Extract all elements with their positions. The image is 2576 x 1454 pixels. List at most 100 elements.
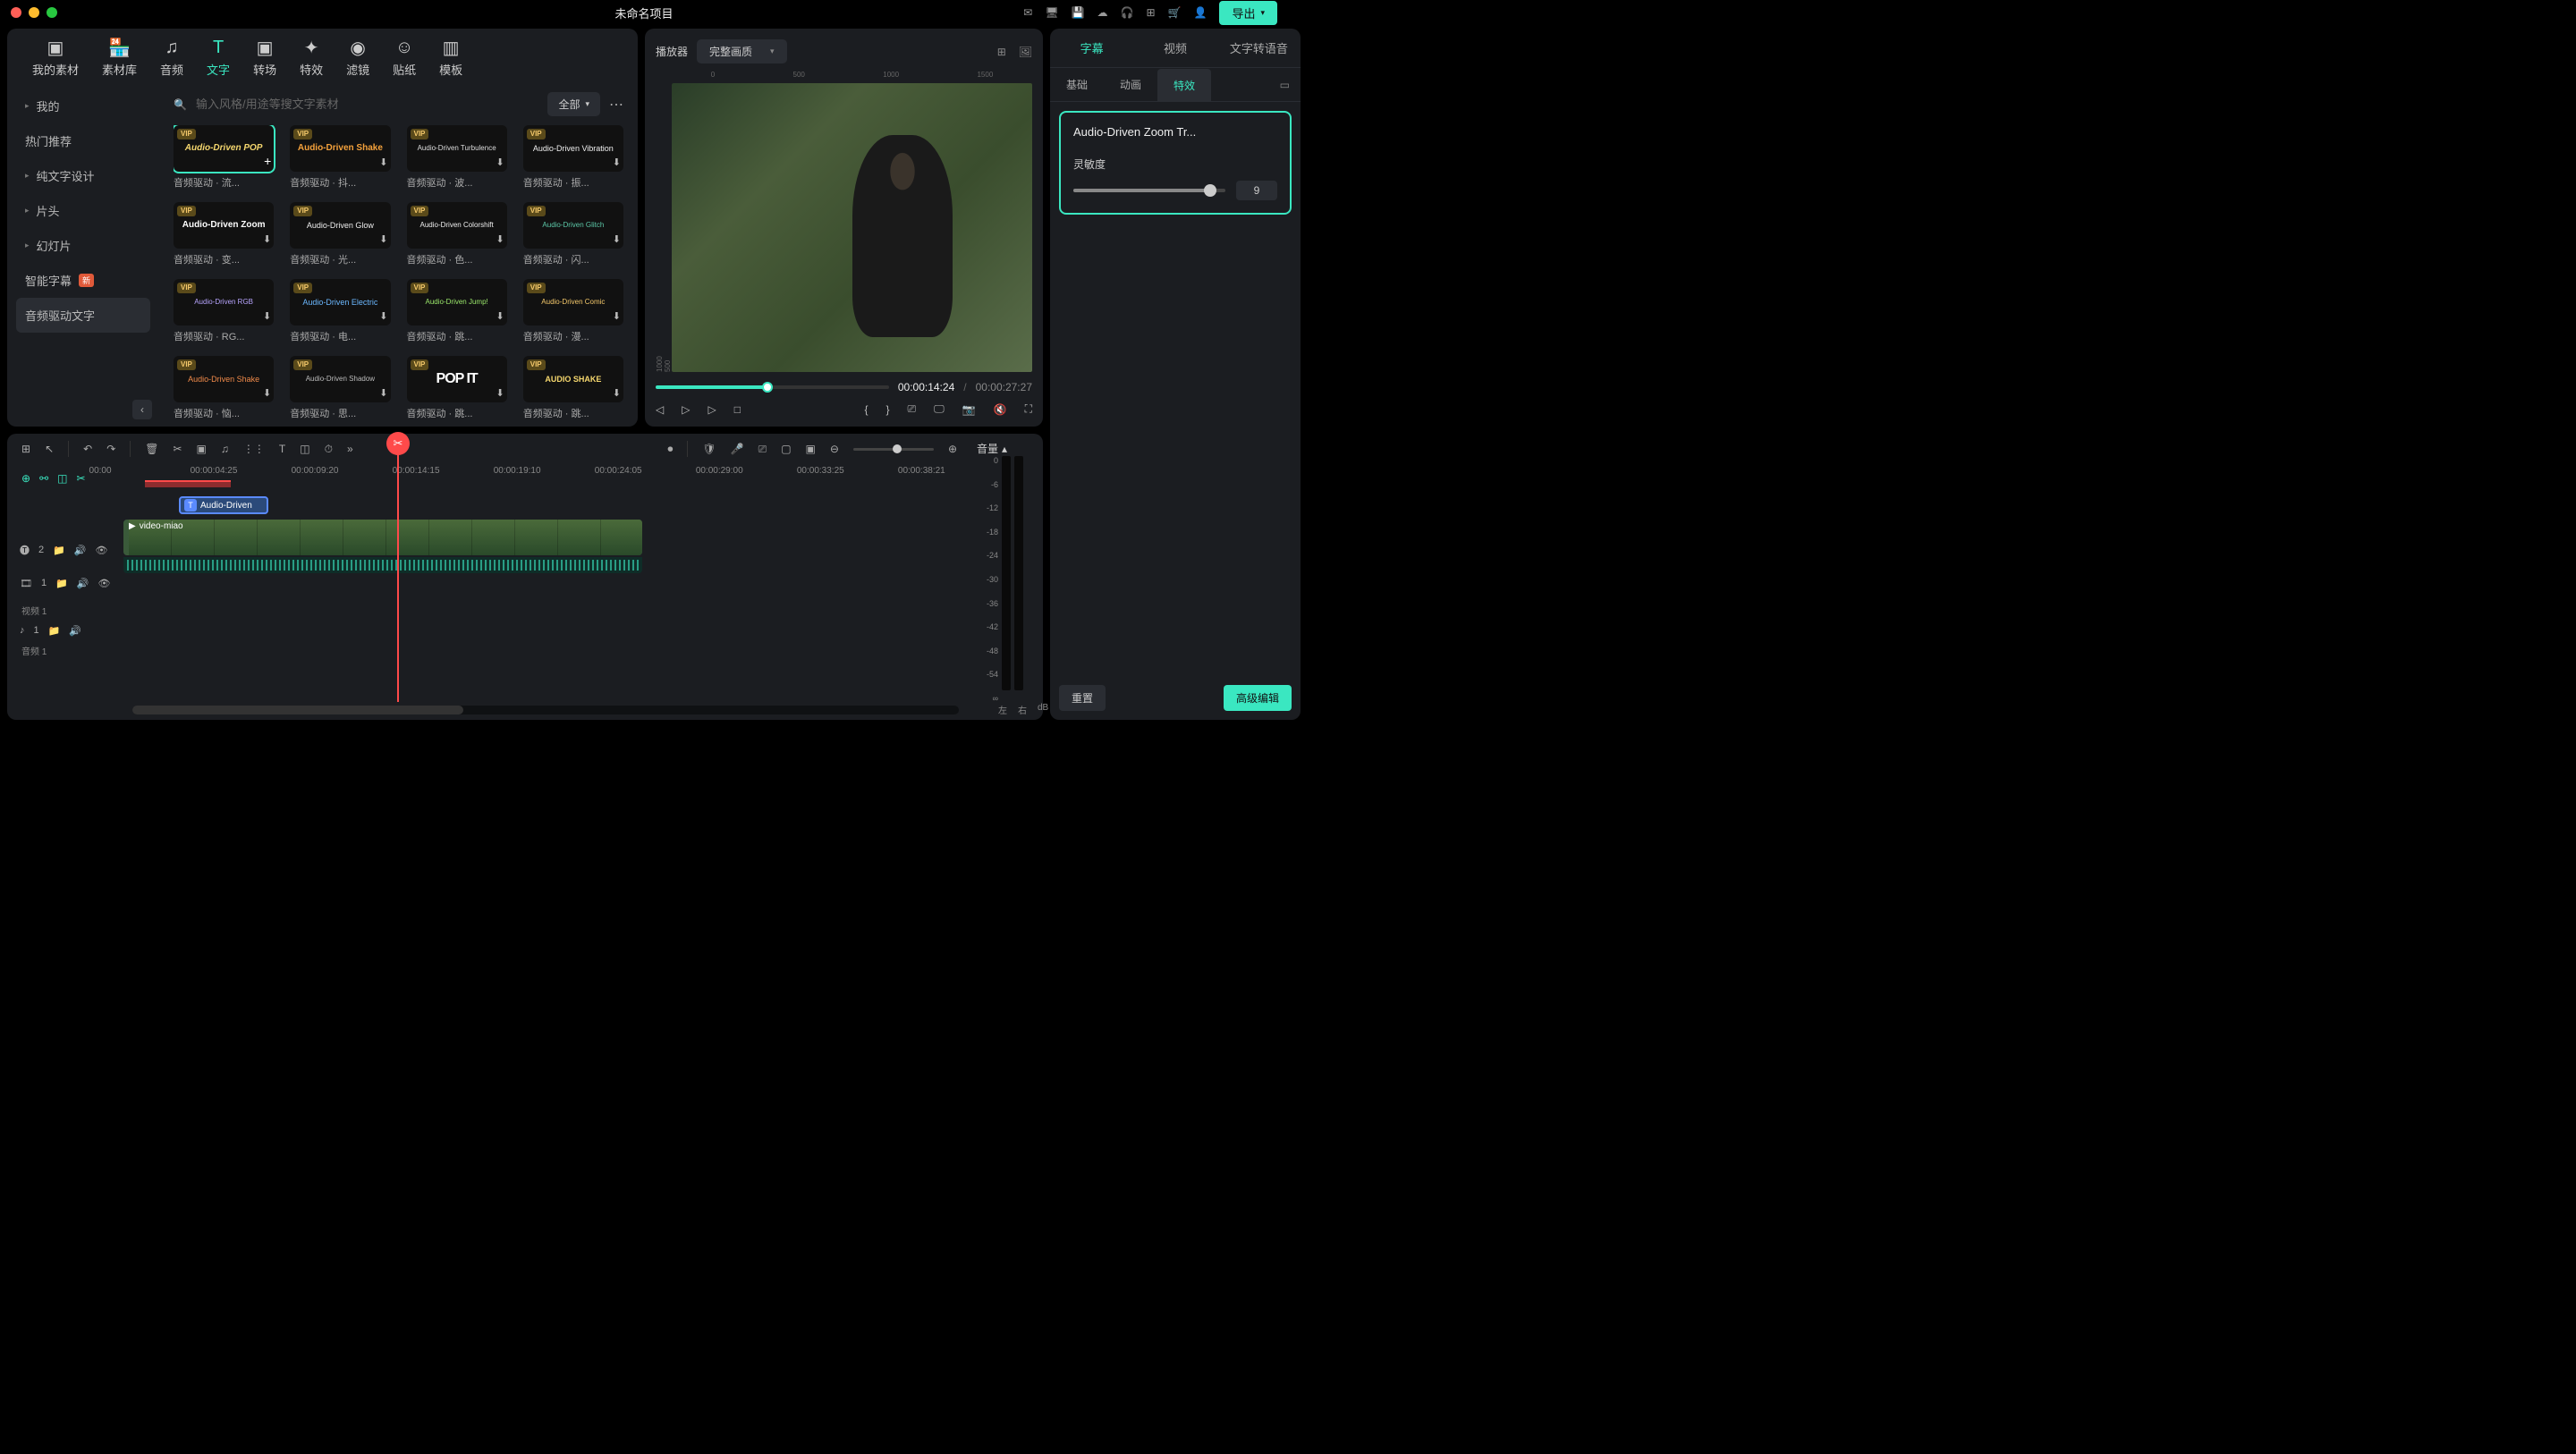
sidebar-item-hot[interactable]: 热门推荐 [7, 123, 159, 158]
fx-thumb[interactable]: VIP Audio-Driven Shake ⬇ [290, 125, 390, 172]
playback-slider[interactable] [656, 385, 889, 389]
more-tools-icon[interactable]: » [347, 443, 353, 455]
fx-thumb[interactable]: VIP Audio-Driven Electric ⬇ [290, 279, 390, 325]
fx-thumb[interactable]: VIP Audio-Driven Zoom ⬇ [174, 202, 274, 249]
fx-item[interactable]: VIP Audio-Driven Glow ⬇ 音频驱动 · 光... [290, 202, 390, 266]
prev-frame-button[interactable]: ◁ [656, 403, 664, 416]
tab-text[interactable]: T文字 [207, 38, 230, 78]
link-icon[interactable]: ⚯ [39, 472, 48, 485]
fx-thumb[interactable]: VIP Audio-Driven RGB ⬇ [174, 279, 274, 325]
download-icon[interactable]: ⬇ [379, 311, 387, 323]
download-icon[interactable]: ⬇ [263, 311, 271, 323]
timeline-ruler[interactable]: 00:0000:00:04:2500:00:09:2000:00:14:1500… [89, 464, 971, 493]
fx-item[interactable]: VIP Audio-Driven Zoom ⬇ 音频驱动 · 变... [174, 202, 274, 266]
layout-tool-icon[interactable]: ⊞ [21, 443, 30, 455]
tab-effect[interactable]: ✦特效 [300, 38, 323, 78]
download-icon[interactable]: ⬇ [263, 388, 271, 400]
layout-grid-icon[interactable]: ⊞ [997, 46, 1006, 58]
search-input[interactable] [196, 97, 539, 111]
tab-filter[interactable]: ◉滤镜 [346, 38, 369, 78]
cut-tool-icon[interactable]: ✂ [173, 443, 182, 455]
shield-icon[interactable]: 🛡 [702, 443, 716, 455]
download-icon[interactable]: ⬇ [613, 234, 621, 246]
mixer-icon[interactable]: ⎚ [758, 443, 767, 456]
track-lanes[interactable]: ✂ TAudio-Driven ▶video-miao [123, 493, 971, 702]
sidebar-item-audio-driven-text[interactable]: 音频驱动文字 [16, 298, 150, 333]
download-icon[interactable]: ⬇ [496, 311, 504, 323]
folder-icon[interactable]: 📁 [48, 625, 61, 637]
cart-icon[interactable]: 🛒 [1168, 6, 1182, 19]
timeline-scrollbar[interactable] [132, 706, 959, 714]
mark-in-button[interactable]: { [864, 403, 868, 416]
magnet-icon[interactable]: ◫ [57, 472, 67, 485]
subtab-animation[interactable]: 动画 [1104, 68, 1157, 101]
fx-thumb[interactable]: VIP POP IT ⬇ [407, 356, 507, 402]
inspector-tab-video[interactable]: 视频 [1133, 29, 1216, 67]
fullscreen-icon[interactable]: ⛶ [1025, 402, 1032, 416]
tab-my-media[interactable]: ▣我的素材 [32, 38, 79, 78]
record-icon[interactable]: ⏺ [667, 443, 673, 456]
tab-transition[interactable]: ▣转场 [253, 38, 276, 78]
download-icon[interactable]: ⬇ [496, 234, 504, 246]
message-icon[interactable]: ✉ [1023, 6, 1032, 19]
camera-icon[interactable]: 📷 [962, 403, 976, 416]
mic-icon[interactable]: 🎤 [731, 443, 744, 455]
fx-thumb[interactable]: VIP AUDIO SHAKE ⬇ [523, 356, 623, 402]
cloud-icon[interactable]: ☁ [1097, 6, 1108, 19]
download-icon[interactable]: ⬇ [613, 311, 621, 323]
speed-tool-icon[interactable]: ⏱ [325, 443, 333, 456]
filter-all-dropdown[interactable]: 全部 [547, 92, 600, 116]
fx-item[interactable]: VIP Audio-Driven Vibration ⬇ 音频驱动 · 振... [523, 125, 623, 190]
fx-item[interactable]: VIP Audio-Driven RGB ⬇ 音频驱动 · RG... [174, 279, 274, 343]
sensitivity-slider[interactable] [1073, 189, 1225, 192]
sidebar-item-plain-text[interactable]: ▸纯文字设计 [7, 158, 159, 193]
reset-button[interactable]: 重置 [1059, 685, 1106, 711]
audio-waveform[interactable] [123, 557, 642, 573]
fx-item[interactable]: VIP Audio-Driven Jump! ⬇ 音频驱动 · 跳... [407, 279, 507, 343]
save-icon[interactable]: 💾 [1072, 6, 1085, 19]
sidebar-item-smart-subtitle[interactable]: 智能字幕新 [7, 263, 159, 298]
export-button[interactable]: 导出 [1219, 1, 1277, 25]
download-icon[interactable]: ⬇ [379, 234, 387, 246]
mute-icon[interactable]: 🔇 [994, 403, 1007, 416]
tab-sticker[interactable]: ☺贴纸 [393, 38, 416, 78]
account-icon[interactable]: 👤 [1194, 6, 1208, 19]
fx-item[interactable]: VIP Audio-Driven Shake ⬇ 音频驱动 · 恼... [174, 356, 274, 419]
quality-dropdown[interactable]: 完整画质 [697, 39, 787, 63]
snapshot-icon[interactable]: 🖼 [1019, 46, 1032, 58]
video-track-header[interactable]: 🎞1📁🔊👁 [20, 562, 123, 604]
marker-icon[interactable]: ▢ [781, 443, 791, 455]
fx-item[interactable]: VIP AUDIO SHAKE ⬇ 音频驱动 · 跳... [523, 356, 623, 419]
cluster-tool-icon[interactable]: ⋮⋮ [243, 443, 265, 455]
fx-item[interactable]: VIP Audio-Driven Shadow ⬇ 音频驱动 · 思... [290, 356, 390, 419]
more-options-button[interactable]: ⋯ [609, 96, 623, 114]
download-icon[interactable]: ⬇ [379, 388, 387, 400]
zoom-slider[interactable] [853, 448, 934, 451]
chevron-up-icon[interactable]: ▴ [1002, 443, 1007, 455]
minimize-window-button[interactable] [29, 7, 39, 18]
maximize-window-button[interactable] [47, 7, 57, 18]
sensitivity-value[interactable]: 9 [1236, 181, 1277, 200]
fx-thumb[interactable]: VIP Audio-Driven Turbulence ⬇ [407, 125, 507, 172]
settings-icon[interactable]: ⎚ [908, 402, 917, 416]
redo-button[interactable]: ↷ [106, 443, 115, 455]
fx-item[interactable]: VIP Audio-Driven Shake ⬇ 音频驱动 · 抖... [290, 125, 390, 190]
text-clip[interactable]: TAudio-Driven [179, 496, 268, 514]
fx-thumb[interactable]: VIP Audio-Driven Glow ⬇ [290, 202, 390, 249]
eye-icon[interactable]: 👁 [98, 578, 111, 589]
speaker-icon[interactable]: 🔊 [69, 625, 81, 637]
fx-item[interactable]: VIP Audio-Driven Comic ⬇ 音频驱动 · 漫... [523, 279, 623, 343]
play-button[interactable]: ▷ [708, 403, 716, 416]
fx-thumb[interactable]: VIP Audio-Driven POP + [174, 125, 274, 172]
preview-stage[interactable] [672, 83, 1032, 372]
audio-track-header[interactable]: ♪1📁🔊 [20, 617, 123, 644]
video-clip[interactable]: ▶video-miao [123, 520, 642, 555]
zoom-in-button[interactable]: ⊕ [948, 443, 957, 455]
download-icon[interactable]: ⬇ [613, 388, 621, 400]
inspector-tab-tts[interactable]: 文字转语音 [1217, 29, 1301, 67]
download-icon[interactable]: ⬇ [496, 157, 504, 169]
group-icon[interactable]: ▣ [806, 443, 816, 455]
folder-icon[interactable]: 📁 [53, 545, 65, 556]
cut-badge-icon[interactable]: ✂ [386, 432, 410, 455]
fx-item[interactable]: VIP Audio-Driven POP + 音频驱动 · 流... [174, 125, 274, 190]
